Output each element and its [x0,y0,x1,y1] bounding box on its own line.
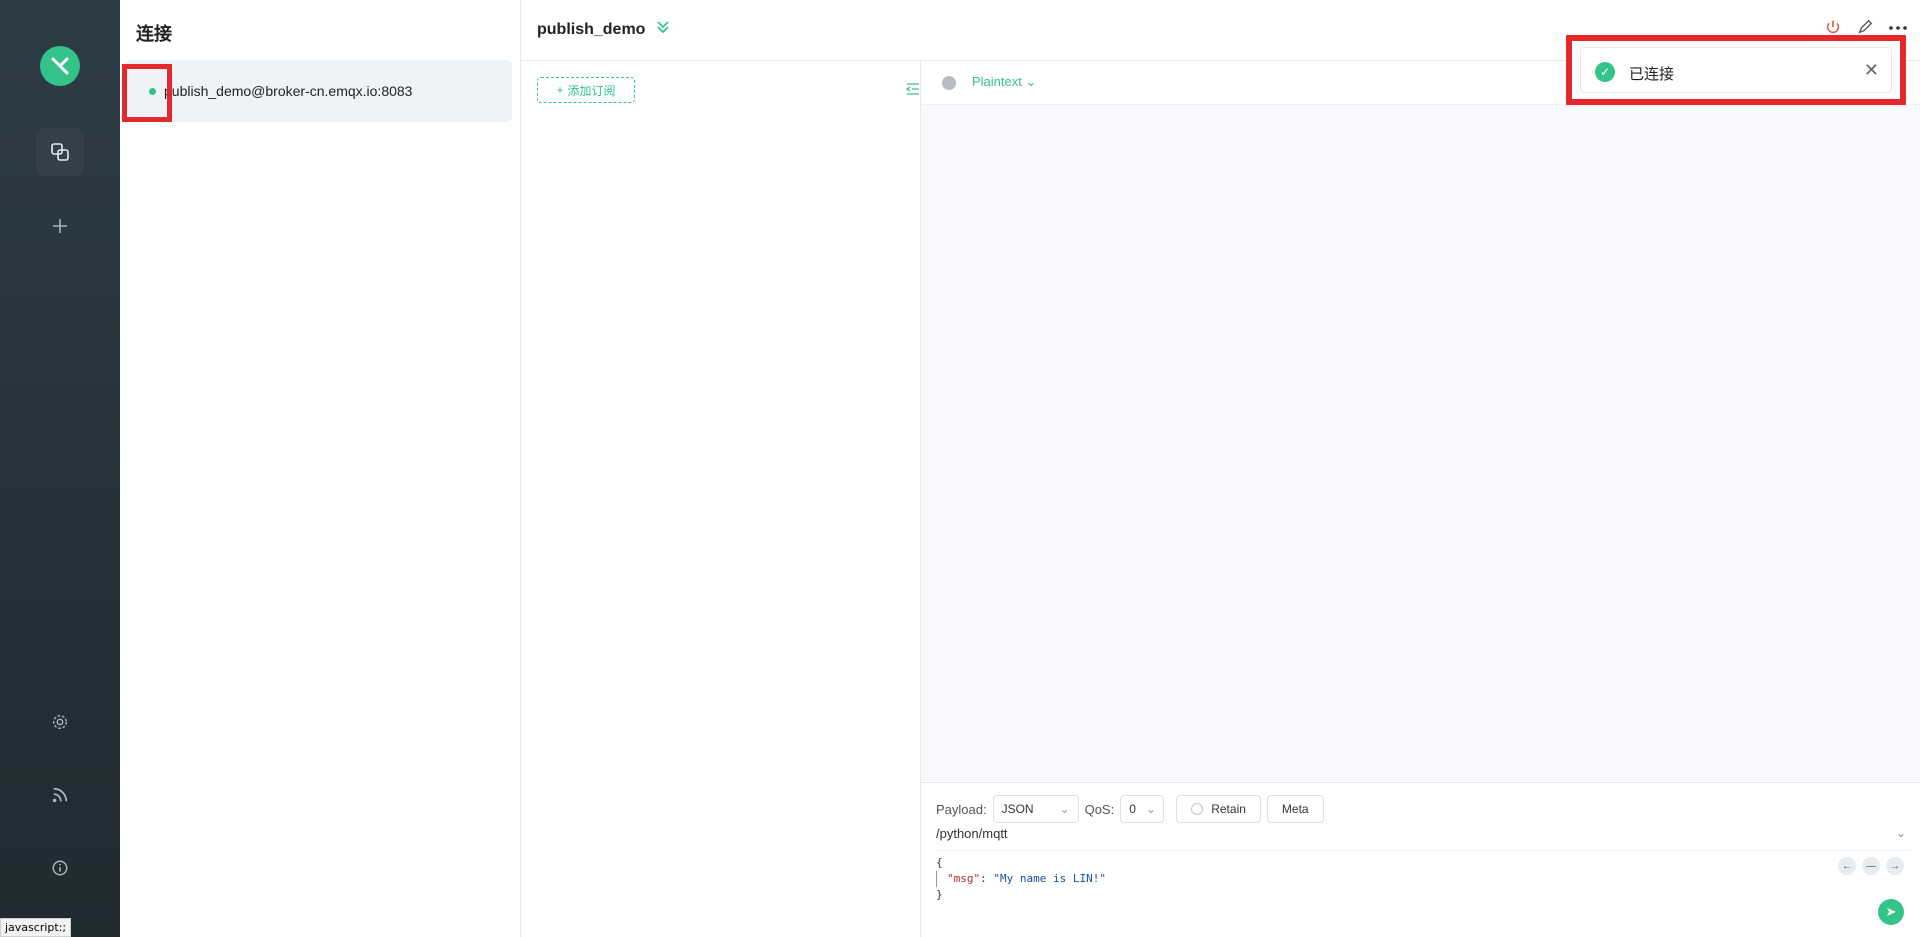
publish-options: Payload: JSON ⌄ QoS: 0 ⌄ Retain Meta [936,795,1324,823]
qos-select[interactable]: 0 ⌄ [1120,795,1165,823]
highlight-box-status [122,64,172,122]
topic-value: /python/mqtt [936,826,1008,841]
history-clear-icon[interactable]: — [1862,857,1880,875]
expand-details-icon[interactable] [655,19,671,38]
retain-toggle[interactable]: Retain [1176,795,1261,823]
connection-item[interactable]: publish_demo@broker-cn.emqx.io:8083 [124,60,512,122]
payload-format-value: JSON [1001,802,1034,816]
add-subscription-button[interactable]: + 添加订阅 [537,77,635,103]
chevron-down-icon: ⌄ [1025,74,1037,89]
chevron-down-icon: ⌄ [1059,802,1070,816]
message-type-indicator [942,76,956,90]
payload-format-select[interactable]: JSON ⌄ [992,795,1079,823]
messages-area: Plaintext ⌄ [921,61,1920,781]
connections-title: 连接 [136,24,172,44]
retain-radio [1191,803,1204,815]
info-icon [52,860,68,876]
code-line-msg: "msg": "My name is LIN!" [936,871,1106,887]
nav-rss[interactable] [36,771,84,819]
settings-icon [52,714,68,730]
send-icon: ➤ [1885,904,1897,919]
nav-add[interactable] [36,202,84,250]
payload-type-label: Plaintext [972,74,1022,89]
code-line-close: } [936,888,943,901]
payload-label: Payload: [936,801,987,817]
collapse-panel-icon[interactable] [905,83,920,98]
highlight-box-toast: ✓ 已连接 ✕ [1566,35,1906,105]
close-icon[interactable]: ✕ [1864,60,1879,81]
nav-connections[interactable] [36,128,84,176]
app-logo[interactable] [40,46,80,86]
toast-message: 已连接 [1629,66,1675,83]
meta-button[interactable]: Meta [1266,795,1324,823]
history-nav: ← — → [1838,857,1904,875]
payload-editor[interactable]: { "msg": "My name is LIN!" } [936,855,1106,903]
meta-label: Meta [1281,802,1309,816]
history-forward-icon[interactable]: → [1886,857,1904,875]
chevron-down-icon: ⌄ [1145,802,1156,816]
code-line-open: { [936,856,943,869]
json-key: "msg" [947,872,981,885]
qos-value: 0 [1129,802,1136,816]
nav-settings[interactable] [36,698,84,746]
retain-label: Retain [1211,802,1246,816]
header-actions [1824,18,1908,36]
more-icon[interactable] [1888,18,1908,36]
connections-icon [51,143,69,161]
subscriptions-panel: + 添加订阅 [521,61,921,937]
rss-icon [52,787,68,803]
browser-status-text: javascript:; [0,918,72,937]
connection-label: publish_demo@broker-cn.emqx.io:8083 [164,83,413,99]
payload-type-select[interactable]: Plaintext ⌄ [972,74,1036,90]
connection-name: publish_demo [537,21,646,38]
app-nav: javascript:; [0,0,120,937]
nav-info[interactable] [36,844,84,892]
qos-label: QoS: [1084,801,1115,817]
history-back-icon[interactable]: ← [1838,857,1856,875]
connections-panel: 连接 publish_demo@broker-cn.emqx.io:8083 [120,0,521,937]
edit-icon[interactable] [1856,18,1874,36]
json-value: "My name is LIN!" [993,872,1106,885]
power-icon[interactable] [1824,18,1842,36]
chevron-down-icon[interactable]: ⌄ [1896,826,1906,840]
send-button[interactable]: ➤ [1878,899,1904,925]
toast-notification: ✓ 已连接 ✕ [1580,47,1892,93]
topic-input[interactable]: /python/mqtt ⌄ [936,826,1910,851]
publish-panel: Payload: JSON ⌄ QoS: 0 ⌄ Retain Meta /py… [921,782,1920,937]
add-icon [53,219,67,233]
add-subscription-label: 添加订阅 [567,83,616,98]
logo-icon [51,57,69,75]
plus-icon: + [556,83,564,97]
success-check-icon: ✓ [1595,62,1615,82]
